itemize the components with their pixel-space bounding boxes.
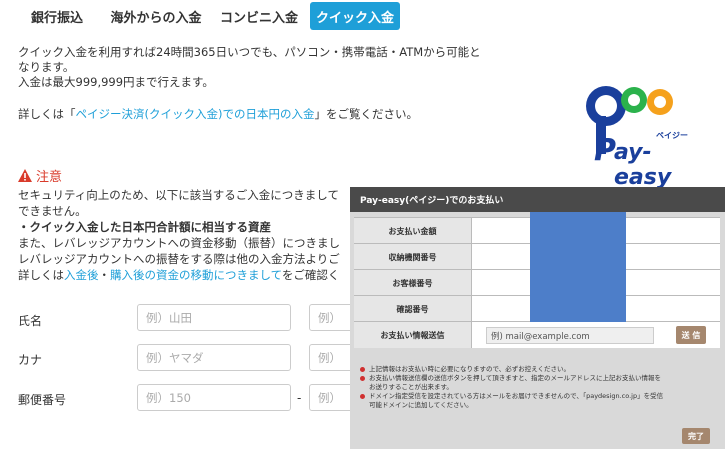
send-button[interactable]: 送 信 [676, 326, 706, 344]
table-row: お支払い情報送信 例) mail@example.com 送 信 [354, 321, 720, 348]
caution-line-6-suffix: をご確認く [281, 268, 340, 282]
details-text: 詳しくは「ペイジー決済(クイック入金)での日本円の入金」をご覧ください。 [18, 107, 418, 122]
intro-line-1: クイック入金を利用すれば24時間365日いつでも、パソコン・携帯電話・ATMから… [18, 45, 481, 59]
tab-convenience-store[interactable]: コンビニ入金 [214, 2, 304, 30]
caution-line-6-prefix: 詳しくは [18, 268, 64, 282]
institution-number-label: 収納機関番号 [354, 244, 472, 270]
tab-bank-transfer[interactable]: 銀行振込 [22, 2, 92, 30]
tab-overseas-deposit[interactable]: 海外からの入金 [104, 2, 208, 30]
note-item: 可能ドメインに追加してください。 [369, 401, 473, 409]
warning-icon [18, 169, 32, 182]
caution-line-4: また、レバレッジアカウントへの資金移動（振替）につきまし [18, 236, 340, 250]
after-deposit-link[interactable]: 入金後 [64, 268, 99, 282]
note-item: お送りすることが出来ます。 [369, 383, 453, 391]
note-item: 上記情報はお支払い時に必要になりますので、必ずお控えください。 [360, 365, 720, 374]
payeasy-panel-header: Pay-easy(ペイジー)でのお支払い [350, 187, 725, 212]
send-info-cell: 例) mail@example.com 送 信 [472, 322, 720, 348]
caution-line-1: セキュリティ向上のため、以下に該当するご入金につきまして [18, 188, 339, 202]
email-field[interactable]: 例) mail@example.com [486, 327, 654, 344]
bullet-icon [360, 394, 365, 399]
logo-letter: P [594, 133, 616, 168]
caution-line-2: できません。 [18, 204, 87, 218]
details-prefix: 詳しくは「 [18, 107, 76, 121]
bullet-icon [360, 367, 365, 372]
name-label: 氏名 [18, 314, 43, 328]
caution-line-6: 詳しくは入金後・購入後の資金の移動につきましてをご確認く [18, 268, 339, 283]
intro-line-3: 入金は最大999,999円まで行えます。 [18, 75, 214, 89]
details-suffix: 」をご覧ください。 [314, 107, 418, 121]
deposit-method-tabs: 銀行振込 海外からの入金 コンビニ入金 クイック入金 [0, 0, 725, 34]
done-button[interactable]: 完了 [682, 428, 710, 444]
confirmation-number-label: 確認番号 [354, 296, 472, 322]
zip-first-input[interactable]: 例）150 [137, 384, 291, 411]
customer-number-label: お客様番号 [354, 270, 472, 296]
caution-line-5: レバレッジアカウントへの振替をする際は他の入金方法よりご [18, 252, 340, 266]
note-item: ドメイン指定受信を設定されている方はメールをお届けできませんので、「paydes… [360, 392, 720, 401]
payment-amount-label: お支払い金額 [354, 218, 472, 244]
pay-easy-logo: P ay-easy ペイジー [576, 78, 708, 190]
fund-transfer-link[interactable]: 購入後の資金の移動につきまして [110, 268, 282, 282]
logo-wordmark: ay-easy [614, 140, 672, 190]
caution-line-3: ・クイック入金した日本円合計額に相当する資産 [18, 220, 271, 234]
redacted-payment-values [530, 212, 626, 322]
logo-kana: ペイジー [656, 131, 688, 140]
caution-title: 注意 [36, 170, 63, 185]
payment-notes: 上記情報はお支払い時に必要になりますので、必ずお控えください。 お支払い情報送信… [360, 365, 720, 410]
bullet-icon [360, 376, 365, 381]
last-name-kana-input[interactable]: 例）ヤマダ [137, 344, 291, 371]
zip-label: 郵便番号 [18, 393, 67, 407]
intro-line-2: なります。 [18, 60, 75, 74]
caution-separator: ・ [98, 268, 111, 282]
note-item: お支払い情報送信欄の送信ボタンを押して頂きますと、指定のメールアドレスに上記お支… [360, 374, 720, 383]
kana-label: カナ [18, 353, 43, 367]
zip-dash: - [297, 391, 302, 405]
payeasy-guide-link[interactable]: ペイジー決済(クイック入金)での日本円の入金 [76, 107, 315, 121]
last-name-input[interactable]: 例）山田 [137, 304, 291, 331]
caution-heading: 注意 [18, 166, 62, 185]
send-info-label: お支払い情報送信 [354, 322, 472, 348]
tab-quick-deposit[interactable]: クイック入金 [310, 2, 400, 30]
